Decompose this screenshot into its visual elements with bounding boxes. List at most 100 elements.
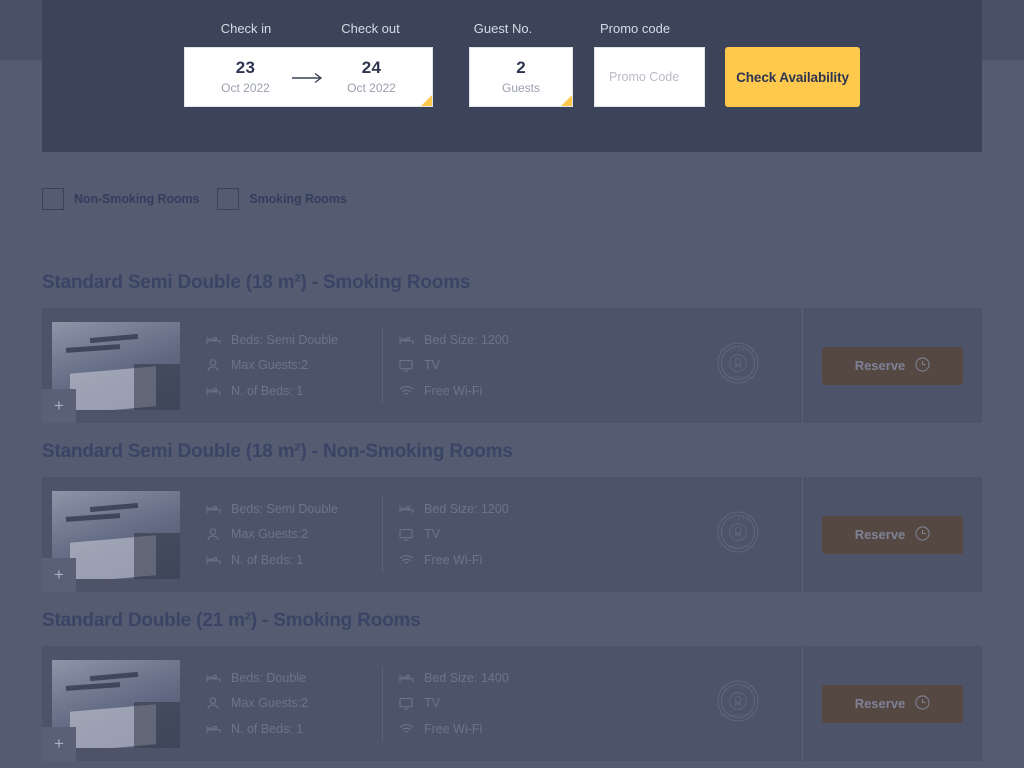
check-out-value[interactable]: 24 Oct 2022 (329, 58, 415, 96)
bed-icon (397, 672, 415, 684)
room-features: Beds: Double Max Guests:2 N. of Beds: 1 … (190, 646, 574, 761)
feature-column-right: Bed Size: 1200 TV Free Wi-Fi (382, 496, 574, 573)
feature-column-left: Beds: Semi Double Max Guests:2 N. of Bed… (190, 497, 382, 573)
feature-text: Max Guests:2 (231, 527, 309, 542)
bed-icon (204, 723, 222, 735)
room-title: Standard Semi Double (18 m²) - Non-Smoki… (42, 441, 513, 462)
feature-row: N. of Beds: 1 (204, 716, 382, 741)
wifi-icon (397, 554, 415, 566)
clock-icon (915, 525, 930, 544)
card-spacer (574, 477, 674, 592)
date-resize-corner-icon (421, 95, 432, 106)
reserve-col: Reserve (802, 308, 982, 423)
reserve-button-label: Reserve (854, 527, 906, 542)
best-price-guaranteed-icon: BEST PRICE GUARANTEED (717, 680, 759, 727)
feature-text: Free Wi-Fi (424, 721, 483, 736)
feature-text: N. of Beds: 1 (231, 383, 304, 398)
best-price-guaranteed-icon: BEST PRICE GUARANTEED (717, 511, 759, 558)
guest-selector[interactable]: 2 Guests (469, 47, 573, 107)
feature-row: Max Guests:2 (204, 353, 382, 378)
guest-resize-corner-icon (561, 95, 572, 106)
room-features: Beds: Semi Double Max Guests:2 N. of Bed… (190, 308, 574, 423)
card-spacer (574, 646, 674, 761)
check-in-value[interactable]: 23 Oct 2022 (203, 58, 289, 96)
tv-icon (397, 528, 415, 541)
check-in-day: 23 (235, 58, 256, 77)
feature-text: TV (424, 696, 440, 711)
filter-smoking-rooms[interactable]: Smoking Rooms (217, 188, 347, 210)
room-list: Standard Semi Double (18 m²) - Smoking R… (0, 272, 1024, 768)
room-thumbnail-wrap: + (42, 477, 190, 592)
tv-icon (397, 697, 415, 710)
bed-icon (204, 334, 222, 346)
bed-icon (204, 503, 222, 515)
checkbox-smoking[interactable] (217, 188, 240, 210)
feature-text: Bed Size: 1200 (424, 502, 509, 517)
feature-row: N. of Beds: 1 (204, 547, 382, 572)
room-block: Standard Double (21 m²) - Smoking Rooms … (0, 610, 1024, 761)
reserve-button[interactable]: Reserve (822, 684, 963, 723)
room-thumbnail-wrap: + (42, 646, 190, 761)
feature-row: Beds: Semi Double (204, 328, 382, 353)
date-range-picker[interactable]: 23 Oct 2022 24 Oct 2022 (184, 47, 433, 107)
room-thumbnail-wrap: + (42, 308, 190, 423)
bed-icon (397, 334, 415, 346)
reserve-button[interactable]: Reserve (822, 346, 963, 385)
svg-text:GUARANTEED: GUARANTEED (720, 375, 756, 379)
svg-text:BEST PRICE: BEST PRICE (720, 686, 755, 691)
reserve-button[interactable]: Reserve (822, 515, 963, 554)
room-card: + Beds: Semi Double Max Guests:2 N. of B… (42, 308, 982, 423)
room-card: + Beds: Double Max Guests:2 N. of Beds: … (42, 646, 982, 761)
feature-column-left: Beds: Double Max Guests:2 N. of Beds: 1 (190, 666, 382, 742)
bed-icon (397, 503, 415, 515)
check-in-label: Check in (220, 21, 272, 36)
promo-code-input[interactable] (594, 47, 705, 107)
svg-text:BEST PRICE: BEST PRICE (720, 517, 755, 522)
feature-text: Free Wi-Fi (424, 552, 483, 567)
wifi-icon (397, 723, 415, 735)
wifi-icon (397, 385, 415, 397)
reserve-col: Reserve (802, 646, 982, 761)
clock-icon (915, 694, 930, 713)
room-block: Standard Semi Double (18 m²) - Non-Smoki… (0, 441, 1024, 592)
feature-text: Beds: Semi Double (231, 333, 339, 348)
feature-column-right: Bed Size: 1400 TV Free Wi-Fi (382, 665, 574, 742)
clock-icon (915, 356, 930, 375)
feature-row: Free Wi-Fi (397, 378, 574, 403)
reserve-col: Reserve (802, 477, 982, 592)
best-price-badge-col: BEST PRICE GUARANTEED (674, 477, 802, 592)
feature-row: N. of Beds: 1 (204, 378, 382, 403)
feature-text: Max Guests:2 (231, 696, 309, 711)
expand-gallery-button[interactable]: + (42, 389, 76, 423)
best-price-guaranteed-icon: BEST PRICE GUARANTEED (717, 342, 759, 389)
promo-group: Promo code (594, 20, 705, 107)
checkbox-non-smoking[interactable] (42, 188, 64, 210)
guest-caption: Guests (501, 81, 540, 95)
expand-gallery-button[interactable]: + (42, 558, 76, 592)
svg-text:GUARANTEED: GUARANTEED (720, 713, 756, 717)
expand-gallery-button[interactable]: + (42, 727, 76, 761)
feature-row: Beds: Semi Double (204, 497, 382, 522)
guest-no-label: Guest No. (473, 21, 533, 36)
room-card: + Beds: Semi Double Max Guests:2 N. of B… (42, 477, 982, 592)
reserve-button-label: Reserve (854, 696, 906, 711)
reserve-button-label: Reserve (854, 358, 906, 373)
bed-icon (204, 385, 222, 397)
filter-non-smoking-rooms[interactable]: Non-Smoking Rooms (42, 188, 199, 210)
feature-column-left: Beds: Semi Double Max Guests:2 N. of Bed… (190, 328, 382, 404)
best-price-badge-col: BEST PRICE GUARANTEED (674, 646, 802, 761)
feature-row: Free Wi-Fi (397, 716, 574, 741)
feature-row: Max Guests:2 (204, 522, 382, 547)
guest-count: 2 (516, 58, 526, 77)
check-availability-button[interactable]: Check Availability (725, 47, 860, 107)
check-in-month: Oct 2022 (221, 81, 270, 95)
person-icon (204, 697, 222, 710)
feature-row: TV (397, 353, 574, 378)
best-price-badge-col: BEST PRICE GUARANTEED (674, 308, 802, 423)
feature-text: TV (424, 527, 440, 542)
feature-row: Bed Size: 1400 (397, 666, 574, 691)
svg-text:GUARANTEED: GUARANTEED (720, 544, 756, 548)
feature-row: TV (397, 691, 574, 716)
bed-icon (204, 554, 222, 566)
tv-icon (397, 359, 415, 372)
